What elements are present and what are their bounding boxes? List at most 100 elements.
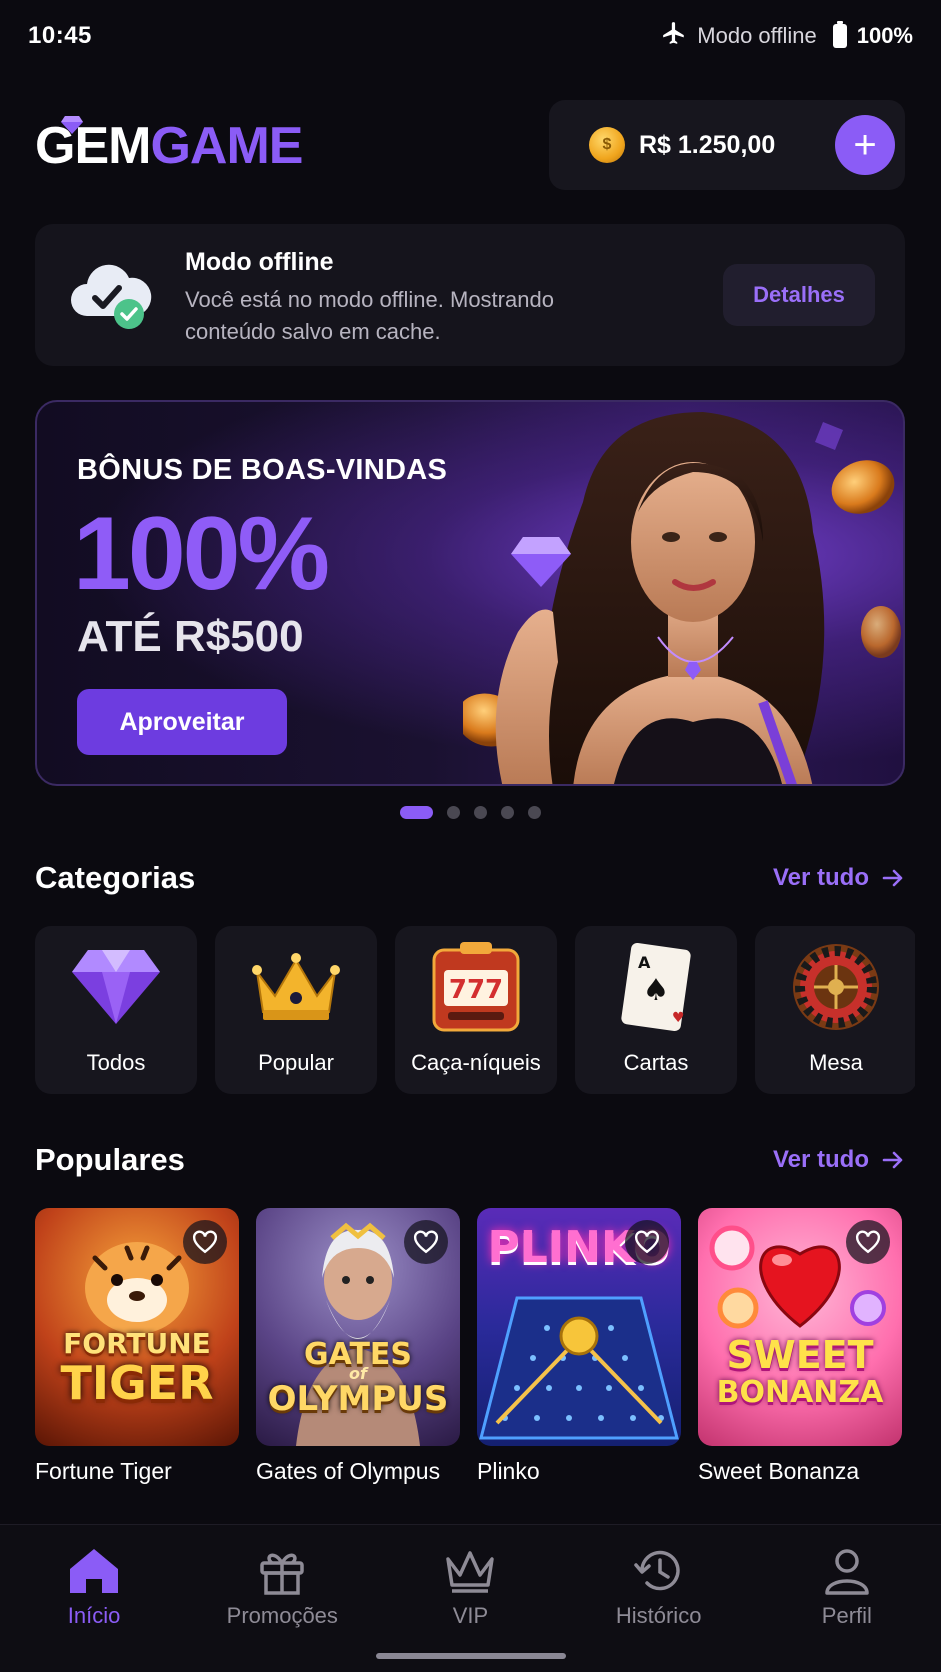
nav-label: Início <box>67 1603 121 1628</box>
category-label: Caça-níqueis <box>411 1050 541 1075</box>
game-name: Plinko <box>477 1458 540 1484</box>
popular-title: Populares <box>35 1142 185 1177</box>
wallet-balance[interactable]: $ R$ 1.250,00 + <box>549 100 905 190</box>
category-label: Cartas <box>623 1050 689 1075</box>
airplane-mode-icon <box>661 20 687 52</box>
home-indicator[interactable] <box>376 1653 566 1659</box>
bottom-navigation: Início Promoções VIP Histórico Perfil <box>0 1524 941 1672</box>
thumb-title-line2: BONANZA <box>716 1375 884 1410</box>
carousel-dot-2[interactable] <box>447 806 460 819</box>
details-button[interactable]: Detalhes <box>723 264 875 326</box>
favorite-heart-icon[interactable] <box>625 1220 669 1264</box>
hero-percent: 100% <box>73 496 330 612</box>
categories-header: Categorias Ver tudo <box>35 860 905 896</box>
hero-banner[interactable]: BÔNUS DE BOAS-VINDAS 100% ATÉ R$500 Apro… <box>35 400 905 786</box>
nav-item-promotions[interactable]: Promoções <box>192 1547 372 1672</box>
balance-amount: R$ 1.250,00 <box>639 130 776 159</box>
nav-label: Histórico <box>615 1603 702 1628</box>
thumb-title-line1: SWEET <box>726 1333 874 1377</box>
roulette-icon <box>788 942 884 1032</box>
categories-title: Categorias <box>35 860 196 895</box>
game-thumbnail: PLINKO <box>477 1208 681 1446</box>
category-label: Popular <box>258 1050 334 1075</box>
see-all-label: Ver tudo <box>772 864 869 891</box>
category-label: Mesa <box>809 1050 863 1075</box>
status-right: Modo offline 100% <box>661 20 913 52</box>
game-name: Gates of Olympus <box>256 1458 441 1484</box>
user-icon <box>825 1549 869 1595</box>
carousel-dot-4[interactable] <box>501 806 514 819</box>
arrow-right-icon <box>882 869 903 887</box>
hero-illustration <box>463 412 901 784</box>
game-name: Sweet Bonanza <box>698 1458 860 1484</box>
category-popular[interactable]: Popular <box>215 926 377 1094</box>
favorite-heart-icon[interactable] <box>404 1220 448 1264</box>
game-card-sweet-bonanza[interactable]: SWEET BONANZA Sweet Bonanza <box>698 1208 902 1485</box>
cloud-check-icon <box>67 258 153 332</box>
history-icon <box>633 1550 680 1591</box>
nav-label: VIP <box>452 1603 489 1628</box>
carousel-dot-1[interactable] <box>400 806 433 819</box>
nav-label: Perfil <box>821 1603 872 1628</box>
nav-item-history[interactable]: Histórico <box>569 1547 749 1672</box>
nav-item-profile[interactable]: Perfil <box>757 1547 937 1672</box>
game-thumbnail: FORTUNE TIGER <box>35 1208 239 1446</box>
svg-text:A: A <box>638 953 651 972</box>
game-card-gates-of-olympus[interactable]: GATES of OLYMPUS Gates of Olympus <box>256 1208 460 1485</box>
category-cards[interactable]: A ♠ ♥ Cartas <box>575 926 737 1094</box>
category-table[interactable]: Mesa <box>755 926 915 1094</box>
battery-icon <box>832 21 847 48</box>
carousel-dot-3[interactable] <box>474 806 487 819</box>
app-logo[interactable]: GEMGAME <box>35 100 303 192</box>
svg-text:♥: ♥ <box>672 1010 685 1026</box>
logo-part-game: GAME <box>150 117 303 175</box>
thumb-title-line1: FORTUNE <box>63 1327 211 1360</box>
nav-item-home[interactable]: Início <box>4 1547 184 1672</box>
gift-icon <box>260 1553 305 1595</box>
coin-icon: $ <box>589 127 625 163</box>
slot-machine-icon: 777 <box>428 942 524 1032</box>
category-slots[interactable]: 777 Caça-níqueis <box>395 926 557 1094</box>
game-name: Fortune Tiger <box>35 1458 172 1484</box>
categories-list: Todos Popular 777 Caça-níqueis A ♠ ♥ Carta… <box>35 926 915 1094</box>
favorite-heart-icon[interactable] <box>846 1220 890 1264</box>
category-todos[interactable]: Todos <box>35 926 197 1094</box>
status-time: 10:45 <box>28 22 92 49</box>
game-card-plinko[interactable]: PLINKO Plinko <box>477 1208 681 1485</box>
hero-upto: ATÉ R$500 <box>77 612 304 661</box>
favorite-heart-icon[interactable] <box>183 1220 227 1264</box>
categories-see-all-link[interactable]: Ver tudo <box>773 864 905 892</box>
crown-icon <box>446 1551 495 1593</box>
claim-bonus-button[interactable]: Aproveitar <box>77 689 287 755</box>
popular-header: Populares Ver tudo <box>35 1142 905 1178</box>
logo-part-gem: GEM <box>35 117 151 175</box>
hero-subtitle: BÔNUS DE BOAS-VINDAS <box>77 454 448 486</box>
logo-text: GEMGAME <box>35 116 303 175</box>
offline-banner: Modo offline Você está no modo offline. … <box>35 224 905 366</box>
battery-percent: 100% <box>856 23 913 48</box>
game-thumbnail: SWEET BONANZA <box>698 1208 902 1446</box>
home-icon <box>70 1549 119 1593</box>
offline-message: Você está no modo offline. Mostrando con… <box>185 287 554 344</box>
carousel-dot-5[interactable] <box>528 806 541 819</box>
status-bar: 10:45 Modo offline 100% <box>0 0 941 72</box>
logo-diamond-icon <box>61 116 83 134</box>
svg-text:777: 777 <box>449 975 503 1005</box>
thumb-title-line2: TIGER <box>60 1356 214 1410</box>
nav-label: Promoções <box>226 1603 338 1628</box>
playing-card-icon: A ♠ ♥ <box>608 942 704 1032</box>
see-all-label: Ver tudo <box>772 1146 869 1173</box>
diamond-icon <box>68 942 164 1032</box>
add-funds-button[interactable]: + <box>835 115 895 175</box>
game-card-fortune-tiger[interactable]: FORTUNE TIGER Fortune Tiger <box>35 1208 239 1485</box>
category-label: Todos <box>86 1050 146 1075</box>
header: GEMGAME $ R$ 1.250,00 + <box>35 100 905 192</box>
offline-title: Modo offline <box>185 248 334 276</box>
popular-games-list: FORTUNE TIGER Fortune Tiger GATES of OLY… <box>35 1208 941 1485</box>
status-mode-text: Modo offline <box>697 23 817 48</box>
thumb-title-line2: OLYMPUS <box>267 1379 449 1419</box>
popular-see-all-link[interactable]: Ver tudo <box>773 1146 905 1174</box>
game-thumbnail: GATES of OLYMPUS <box>256 1208 460 1446</box>
carousel-pagination <box>0 806 941 819</box>
crown-icon <box>248 942 344 1032</box>
